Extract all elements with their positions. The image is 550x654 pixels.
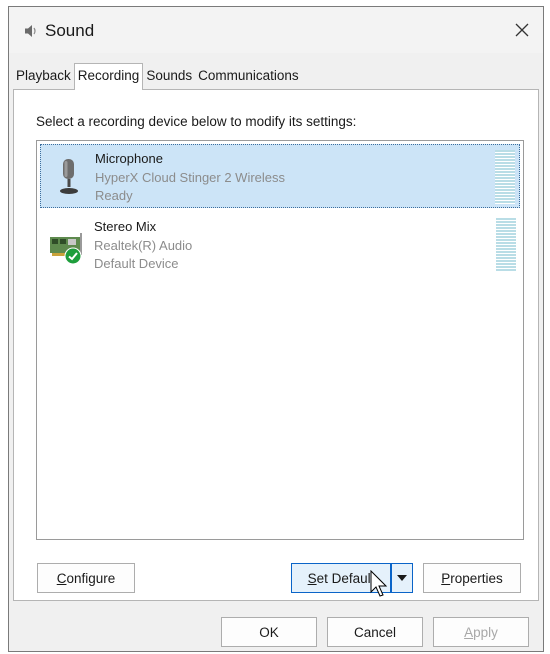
close-icon — [515, 23, 529, 37]
sound-dialog: Sound Playback Recording Sounds Communic… — [8, 6, 544, 652]
tab-communications[interactable]: Communications — [195, 65, 302, 89]
tab-strip: Playback Recording Sounds Communications — [13, 63, 302, 90]
device-name: Stereo Mix — [94, 219, 157, 234]
level-meter — [496, 218, 516, 272]
device-description: HyperX Cloud Stinger 2 Wireless — [95, 170, 286, 185]
recording-panel: Select a recording device below to modif… — [13, 89, 539, 601]
device-name: Microphone — [95, 151, 163, 166]
title-bar: Sound — [9, 7, 543, 53]
tab-playback[interactable]: Playback — [13, 65, 74, 89]
instruction-text: Select a recording device below to modif… — [36, 114, 357, 129]
close-button[interactable] — [507, 15, 537, 45]
set-default-access-key: S — [307, 570, 317, 586]
microphone-icon — [60, 159, 78, 194]
apply-label: pply — [473, 624, 498, 640]
default-check-icon — [64, 247, 82, 265]
window-title: Sound — [45, 21, 95, 40]
device-stereo-mix[interactable]: Stereo Mix Realtek(R) Audio Default Devi… — [40, 213, 520, 277]
set-default-label: et Default — [316, 570, 375, 586]
device-microphone[interactable]: Microphone HyperX Cloud Stinger 2 Wirele… — [40, 144, 520, 208]
properties-button[interactable]: Properties — [423, 563, 521, 593]
properties-access-key: P — [441, 570, 451, 586]
apply-access-key: A — [464, 624, 474, 640]
device-list[interactable]: Microphone HyperX Cloud Stinger 2 Wirele… — [36, 140, 524, 540]
device-description: Realtek(R) Audio — [94, 238, 193, 253]
configure-access-key: C — [56, 570, 67, 586]
dropdown-arrow-icon — [397, 575, 407, 581]
level-meter — [495, 150, 515, 204]
cancel-button[interactable]: Cancel — [327, 617, 423, 647]
device-status: Ready — [95, 188, 133, 203]
speaker-icon — [25, 25, 36, 37]
configure-label: onfigure — [66, 570, 116, 586]
set-default-button[interactable]: Set Default — [291, 563, 391, 593]
apply-button[interactable]: Apply — [433, 617, 529, 647]
ok-button[interactable]: OK — [221, 617, 317, 647]
tab-sounds[interactable]: Sounds — [143, 65, 195, 89]
tab-recording[interactable]: Recording — [73, 63, 144, 90]
device-status: Default Device — [94, 256, 179, 271]
set-default-dropdown[interactable] — [391, 563, 413, 593]
configure-button[interactable]: Configure — [37, 563, 135, 593]
properties-label: roperties — [450, 570, 503, 586]
